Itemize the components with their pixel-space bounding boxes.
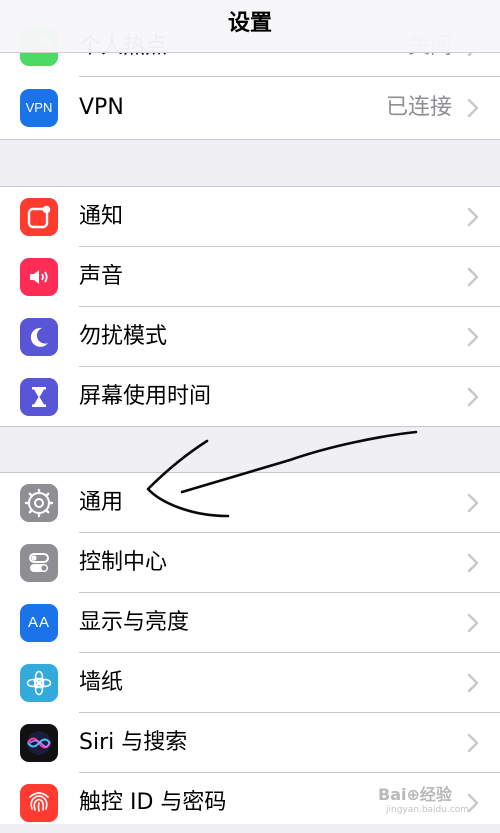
chevron-right-icon [467, 613, 479, 633]
fingerprint-icon [20, 784, 58, 822]
chevron-right-icon [467, 733, 479, 753]
toggles-icon [20, 544, 58, 582]
row-label: 屏幕使用时间 [79, 384, 212, 409]
vpn-status-value: 已连接 [385, 95, 452, 120]
watermark-logo: Bai⊕经验 [378, 785, 452, 804]
chevron-right-icon [467, 267, 479, 287]
row-screen-time[interactable]: 屏幕使用时间 [0, 367, 500, 427]
baidu-jingyan-watermark: Bai⊕经验 jingyan.baidu.com [378, 785, 490, 817]
row-vpn[interactable]: VPN VPN 已连接 [0, 78, 500, 138]
row-siri-search[interactable]: Siri 与搜索 [0, 713, 500, 773]
hourglass-icon [20, 378, 58, 416]
navigation-bar: 设置 [0, 0, 500, 53]
row-label: 勿扰模式 [79, 324, 168, 349]
chevron-right-icon [467, 493, 479, 513]
chevron-right-icon [467, 553, 479, 573]
row-label: 墙纸 [79, 670, 124, 695]
chevron-right-icon [467, 207, 479, 227]
row-label: 显示与亮度 [79, 610, 190, 635]
row-separator [79, 76, 500, 77]
notifications-icon [20, 198, 58, 236]
text-size-icon-text: AA [27, 614, 50, 631]
row-label: 控制中心 [79, 550, 168, 575]
vpn-icon-text: VPN [25, 100, 53, 115]
row-control-center[interactable]: 控制中心 [0, 533, 500, 593]
row-general[interactable]: 通用 [0, 473, 500, 533]
row-notifications[interactable]: 通知 [0, 187, 500, 247]
row-label: VPN [79, 95, 124, 120]
row-display-brightness[interactable]: AA 显示与亮度 [0, 593, 500, 653]
moon-icon [20, 318, 58, 356]
gear-icon [20, 484, 58, 522]
row-label: 通用 [79, 490, 124, 515]
page-title: 设置 [227, 11, 272, 36]
row-label: 触控 ID 与密码 [79, 790, 227, 815]
speaker-icon [20, 258, 58, 296]
chevron-right-icon [467, 327, 479, 347]
chevron-right-icon [467, 98, 479, 118]
settings-group-alerts: 通知 声音 勿扰模式 屏幕使用时间 [0, 186, 500, 427]
row-sounds[interactable]: 声音 [0, 247, 500, 307]
text-size-icon: AA [20, 604, 58, 642]
chevron-right-icon [467, 387, 479, 407]
row-label: 通知 [79, 204, 124, 229]
settings-group-system: 通用 控制中心 AA 显示与亮度 墙纸 Siri 与搜索 触控 ID 与密码 [0, 472, 500, 824]
vpn-icon: VPN [20, 89, 58, 127]
row-label: 声音 [79, 264, 124, 289]
watermark-site: jingyan.baidu.com [386, 805, 470, 815]
row-wallpaper[interactable]: 墙纸 [0, 653, 500, 713]
flower-icon [20, 664, 58, 702]
row-label: Siri 与搜索 [79, 730, 188, 755]
chevron-right-icon [467, 673, 479, 693]
row-do-not-disturb[interactable]: 勿扰模式 [0, 307, 500, 367]
siri-icon [20, 724, 58, 762]
